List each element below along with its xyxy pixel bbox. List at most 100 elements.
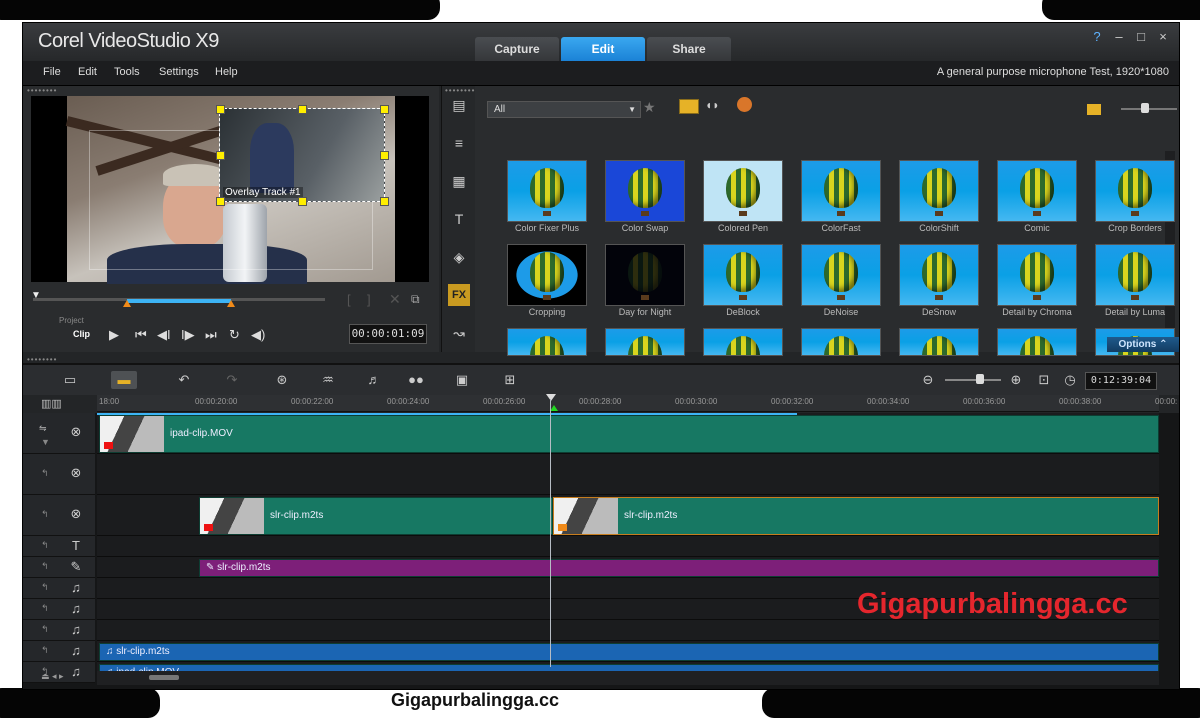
transition-icon[interactable]: ▦ <box>448 170 470 192</box>
undo-icon[interactable]: ↶ <box>171 371 197 389</box>
instant-project-icon[interactable]: ≡ <box>448 132 470 154</box>
maximize-icon[interactable]: □ <box>1133 29 1149 44</box>
overlay-clip-box[interactable]: Overlay Track #1 <box>216 105 389 206</box>
lock-icon[interactable]: ↰ <box>41 582 49 593</box>
filter-dropdown[interactable]: All ▼ <box>487 101 641 118</box>
preview-screen[interactable]: Overlay Track #1 <box>31 96 429 284</box>
filter-thumbnail[interactable] <box>605 160 685 222</box>
favorite-icon[interactable]: ★ <box>643 99 656 116</box>
show-video-filters-icon[interactable] <box>679 99 699 114</box>
track-scroll-arrows-icon[interactable]: ⏏ ◂ ▸ <box>41 671 64 682</box>
filter-thumbnail[interactable] <box>997 328 1077 356</box>
audio-clip[interactable]: ♫ slr-clip.m2ts <box>99 643 1159 661</box>
lock-icon[interactable]: ↰ <box>41 468 49 479</box>
title-icon[interactable]: T <box>448 208 470 230</box>
project-duration-field[interactable]: 0:12:39:04 <box>1085 372 1157 390</box>
zoom-slider[interactable] <box>945 379 1001 381</box>
options-button[interactable]: Options ⌃ <box>1107 337 1179 352</box>
path-icon[interactable]: ↝ <box>448 322 470 344</box>
resize-handle[interactable] <box>298 105 307 114</box>
thumbnail-size-slider[interactable] <box>1121 108 1177 110</box>
lock-icon[interactable]: ↰ <box>41 603 49 614</box>
resize-handle[interactable] <box>216 197 225 206</box>
mode-clip-label[interactable]: Clip <box>73 329 90 339</box>
timeline-scroll-thumb[interactable] <box>149 675 179 680</box>
filter-thumbnail[interactable] <box>801 328 881 356</box>
lock-icon[interactable]: ↰ <box>41 624 49 635</box>
ripple-edit-icon[interactable]: ⇋ <box>39 423 47 434</box>
timeline-scrollbar[interactable] <box>97 671 1159 685</box>
filter-thumbnail[interactable] <box>507 160 587 222</box>
menu-file[interactable]: File <box>43 66 61 78</box>
time-ruler[interactable]: 18:00 00:00:20:00 00:00:22:00 00:00:24:00 00… <box>97 395 1177 412</box>
list-view-icon[interactable] <box>1087 104 1101 115</box>
music-note-icon[interactable]: ♫ <box>65 620 87 640</box>
panel-grip[interactable]: •••••••• <box>445 86 475 95</box>
panel-grip[interactable]: •••••••• <box>27 86 57 95</box>
resize-handle[interactable] <box>380 105 389 114</box>
filter-thumbnail[interactable] <box>703 160 783 222</box>
menu-help[interactable]: Help <box>215 66 238 78</box>
resize-handle[interactable] <box>216 151 225 160</box>
mark-out-icon[interactable]: ] <box>367 292 371 307</box>
trim-out-handle-icon[interactable] <box>227 300 235 307</box>
lock-icon[interactable]: ↰ <box>41 540 49 551</box>
film-reel-icon[interactable]: ⊗ <box>65 462 87 484</box>
next-frame-icon[interactable]: I▶ <box>181 327 195 343</box>
fit-project-icon[interactable]: ⊡ <box>1031 371 1057 389</box>
filter-thumbnail[interactable] <box>997 160 1077 222</box>
resize-handle[interactable] <box>298 197 307 206</box>
film-reel-icon[interactable]: ⊗ <box>65 421 87 443</box>
zoom-slider-knob[interactable] <box>976 374 984 384</box>
media-icon[interactable]: ▤ <box>448 94 470 116</box>
filter-thumbnail[interactable] <box>899 244 979 306</box>
resize-handle[interactable] <box>216 105 225 114</box>
music-note-icon[interactable]: ♫ <box>65 662 87 682</box>
trim-range-bar[interactable] <box>127 299 231 303</box>
help-icon[interactable]: ? <box>1089 29 1105 44</box>
panel-grip[interactable]: •••••••• <box>27 355 57 364</box>
play-icon[interactable]: ▶ <box>109 327 119 343</box>
track-manager-icon[interactable]: ▥▥ <box>41 397 62 410</box>
film-reel-icon[interactable]: ⊗ <box>65 503 87 525</box>
chevron-down-icon[interactable]: ▼ <box>41 437 50 447</box>
redo-icon[interactable]: ↷ <box>219 371 245 389</box>
menu-edit[interactable]: Edit <box>78 66 97 78</box>
record-capture-icon[interactable]: ⊛ <box>269 371 295 389</box>
go-end-icon[interactable]: ⏭ <box>205 327 217 343</box>
mode-project-label[interactable]: Project <box>59 316 84 325</box>
filter-thumbnail[interactable] <box>997 244 1077 306</box>
overlay-clip[interactable]: slr-clip.m2ts <box>199 497 553 535</box>
prev-frame-icon[interactable]: ◀I <box>157 327 171 343</box>
playhead-line[interactable] <box>550 399 551 667</box>
tab-capture[interactable]: Capture <box>475 37 559 61</box>
sound-mixer-icon[interactable]: ♒ <box>315 371 341 389</box>
zoom-out-icon[interactable]: ⊖ <box>915 371 941 389</box>
minimize-icon[interactable]: – <box>1111 29 1127 44</box>
zoom-in-icon[interactable]: ⊕ <box>1003 371 1029 389</box>
filter-thumbnail[interactable] <box>801 160 881 222</box>
auto-music-icon[interactable]: ♬ <box>361 371 387 389</box>
filter-thumbnail[interactable] <box>801 244 881 306</box>
lock-icon[interactable]: ↰ <box>41 561 49 572</box>
thumbnail-size-knob[interactable] <box>1141 103 1149 113</box>
resize-handle[interactable] <box>380 151 389 160</box>
tab-edit[interactable]: Edit <box>561 37 645 61</box>
filter-thumbnail[interactable] <box>899 328 979 356</box>
title-clip[interactable]: ✎ slr-clip.m2ts <box>199 559 1159 577</box>
playhead-handle-icon[interactable] <box>546 394 556 401</box>
enlarge-preview-icon[interactable]: ⧉ <box>411 292 420 307</box>
close-icon[interactable]: × <box>1155 29 1171 44</box>
subtitle-editor-icon[interactable]: ▣ <box>449 371 475 389</box>
filter-thumbnail[interactable] <box>605 244 685 306</box>
filter-thumbnail[interactable] <box>899 160 979 222</box>
fx-filter-icon[interactable]: FX <box>448 284 470 306</box>
multi-camera-icon[interactable]: ⊞ <box>497 371 523 389</box>
music-note-icon[interactable]: ♫ <box>65 578 87 598</box>
title-track-icon[interactable]: T <box>65 536 87 556</box>
graphic-icon[interactable]: ◈ <box>448 246 470 268</box>
filter-thumbnail[interactable] <box>1095 160 1175 222</box>
filter-thumbnail[interactable] <box>1095 244 1175 306</box>
resize-handle[interactable] <box>380 197 389 206</box>
mark-in-icon[interactable]: [ <box>347 292 351 307</box>
